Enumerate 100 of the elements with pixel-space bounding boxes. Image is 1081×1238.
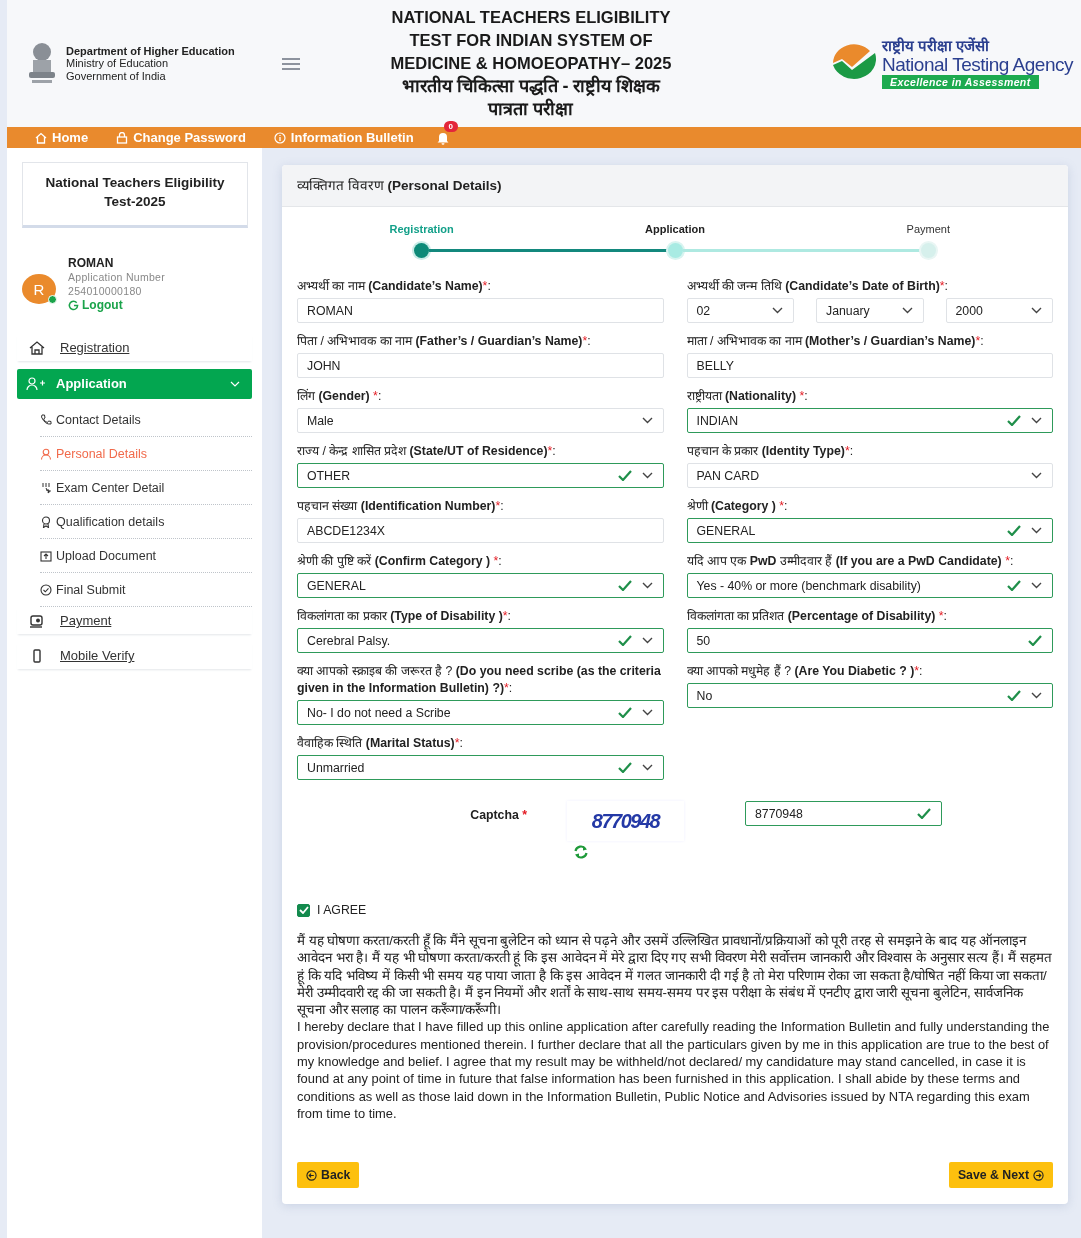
info-icon xyxy=(273,131,286,144)
chevron-icon xyxy=(641,764,653,771)
check-icon xyxy=(617,762,632,773)
check-icon xyxy=(617,580,632,591)
check-icon xyxy=(1007,415,1021,426)
agency-name-hindi: राष्ट्रीय परीक्षा एजेंसी xyxy=(882,38,990,54)
logout-icon xyxy=(68,299,79,311)
submenu-item[interactable]: Exam Center Detail xyxy=(40,471,252,505)
agency-name: National Testing Agency xyxy=(882,54,1073,75)
check-icon xyxy=(617,635,632,646)
select-field[interactable]: INDIAN xyxy=(686,408,1053,433)
home-icon xyxy=(29,340,45,355)
sidebar-link[interactable]: Registration xyxy=(17,334,252,361)
agree-checkbox[interactable] xyxy=(297,903,310,917)
captcha-image: 8770948 xyxy=(567,801,684,841)
field-label: विकलांगता का प्रतिशत (Percentage of Disability) *: xyxy=(686,608,948,625)
check-icon xyxy=(617,707,632,718)
declaration-text: I hereby declare that I have filled up this online application after carefully reading the Information Bulletin and fully understanding the provision/procedures mentioned therein. I further declare that all the particulars given by me in this application are true to the best of my knowledge and belief. I agree that my result may be withheld/not declared/ my candidature may stand cancelled, in case it is found at any point of time in future that false information has been furnished in this application. I shall abide by these terms and conditions as well as those laid down in the Information Bulletin, Public Notice and Advisories issued by NTA regarding this exam from time to time. xyxy=(297,1018,1051,1123)
submenu-item[interactable]: Qualification details xyxy=(40,505,252,539)
check-circle-icon xyxy=(40,584,52,596)
menu-icon[interactable] xyxy=(282,57,300,70)
phone-icon xyxy=(40,414,52,426)
chevron-icon xyxy=(230,380,240,387)
chevron-icon xyxy=(1031,307,1042,314)
select-field[interactable]: No- I do not need a Scribe xyxy=(297,700,664,725)
exam-title-hindi: भारतीय चिकित्सा पद्धति - राष्ट्रीय शिक्षक पात्रता परीक्षा xyxy=(400,75,662,121)
payment-icon xyxy=(29,613,45,628)
user-name: ROMAN xyxy=(68,256,115,270)
sidebar-link[interactable]: Payment xyxy=(17,607,252,634)
select-field[interactable]: No xyxy=(686,683,1053,708)
select-field[interactable]: Yes - 40% or more (benchmark disability) xyxy=(686,573,1053,598)
field-label: राष्ट्रीयता (Nationality) *: xyxy=(686,388,809,405)
declaration-text: मैं यह घोषणा करता/करती हूँ कि मैंने सूचना बुलेटिन को ध्यान से पढ़ने और उसमें उल्लिखित प्रावधानों/प्रक्रियाओं को पूरी तरह से समझने के बाद यह ऑनलाइन आवेदन भरा है। मैं यह भी घोषणा करता/करती हूं कि इस आवेदन में मेरे द्वारा दिए गए सभी विवरण मेरी सर्वोत्तम जानकारी और विश्वास के अनुसार सत्य हैं। मैं सहमत हूं कि यदि भविष्य में किसी भी समय यह पाया जाता है कि इस आवेदन में गलत जानकारी दी गई है तो मेरा परिणाम रोका जा सकता है/घोषित नहीं किया जा सकता/मेरी उम्मीदवारी रद्द की जा सकती है। मैं इन नियमों और शर्तों के साथ-साथ समय-समय पर इस परीक्षा के संबंध में एनटीए द्वारा जारी सूचना बुलेटिन, सार्वजनिक सूचना और सलाह का पालन करूँगा/करूँगी। xyxy=(297,932,1053,1019)
field-label: वैवाहिक स्थिति (Marital Status)*: xyxy=(297,735,464,752)
field-label: श्रेणी (Category ) *: xyxy=(686,498,789,515)
home-icon xyxy=(35,131,47,144)
step-label: Payment xyxy=(906,223,951,235)
step-label: Registration xyxy=(389,223,454,235)
save-next-button[interactable]: Save & Next xyxy=(948,1162,1053,1189)
back-arrow-icon xyxy=(306,1169,317,1181)
input-field[interactable]: JOHN xyxy=(297,353,664,378)
step-label: Application xyxy=(645,223,705,235)
award-icon xyxy=(40,516,52,528)
select-field[interactable]: GENERAL xyxy=(297,573,664,598)
input-field[interactable]: BELLY xyxy=(686,353,1053,378)
application-number: 254010000180 xyxy=(68,284,143,298)
field-label: विकलांगता का प्रकार (Type of Disability )*: xyxy=(297,608,512,625)
chevron-icon xyxy=(1031,692,1042,699)
date-select[interactable]: 2000 xyxy=(945,298,1053,323)
check-icon xyxy=(1007,690,1021,701)
notification-badge: 0 xyxy=(443,120,459,132)
input-field[interactable]: 50 xyxy=(686,628,1053,653)
captcha-label: Captcha * xyxy=(469,807,528,822)
submenu-item[interactable]: Final Submit xyxy=(40,573,252,607)
department-name: Department of Higher Education xyxy=(66,44,235,58)
chevron-icon xyxy=(1031,527,1042,534)
sidebar-link[interactable]: Mobile Verify xyxy=(17,642,252,669)
field-label: लिंग (Gender) *: xyxy=(297,388,383,405)
chevron-icon xyxy=(641,472,653,479)
card-title: व्यक्तिगत विवरण (Personal Details) xyxy=(297,178,502,193)
select-field[interactable]: Cerebral Palsy. xyxy=(297,628,664,653)
ministry-name: Ministry of Education xyxy=(66,57,170,70)
input-field[interactable]: ROMAN xyxy=(297,298,664,323)
chevron-icon xyxy=(641,709,653,716)
chevron-icon xyxy=(901,307,913,314)
upload-icon xyxy=(40,550,52,562)
select-field[interactable]: PAN CARD xyxy=(686,463,1053,488)
chevron-icon xyxy=(641,637,653,644)
chevron-icon xyxy=(641,417,653,424)
field-label: यदि आप एक PwD उम्मीदवार हैं (If you are a PwD Candidate) *: xyxy=(686,553,1015,570)
chevron-icon xyxy=(1031,582,1042,589)
field-label: पहचान संख्या (Identification Number)*: xyxy=(297,498,505,515)
bell-icon[interactable] xyxy=(435,130,450,145)
field-label: श्रेणी की पुष्टि करें (Confirm Category ) *: xyxy=(297,553,503,570)
field-label: अभ्यर्थी का नाम (Candidate’s Name)*: xyxy=(297,278,492,295)
chevron-icon xyxy=(1031,417,1042,424)
back-button[interactable]: Back xyxy=(297,1162,360,1189)
check-icon xyxy=(1028,635,1042,646)
field-label: क्या आपको मधुमेह हैं ? (Are You Diabetic ? )*: xyxy=(686,663,924,680)
refresh-icon[interactable] xyxy=(573,845,589,859)
field-label: राज्य / केन्द्र शासित प्रदेश (State/UT of Residence)*: xyxy=(297,443,557,460)
check-icon xyxy=(1007,525,1021,536)
agree-label: I AGREE xyxy=(317,903,367,917)
field-label: माता / अभिभावक का नाम (Mother’s / Guardian’s Name)*: xyxy=(686,333,985,350)
check-icon xyxy=(298,906,309,914)
field-label: अभ्यर्थी की जन्म तिथि (Candidate’s Date of Birth)*: xyxy=(686,278,950,295)
date-select[interactable]: January xyxy=(816,298,924,323)
submenu-item[interactable]: Contact Details xyxy=(40,403,252,437)
select-field[interactable]: Unmarried xyxy=(297,755,664,780)
add-user-icon xyxy=(26,376,46,391)
select-field[interactable]: OTHER xyxy=(297,463,664,488)
select-field[interactable]: GENERAL xyxy=(686,518,1053,543)
submenu-item[interactable]: Upload Document xyxy=(40,539,252,573)
field-label: पहचान के प्रकार (Identity Type)*: xyxy=(686,443,855,460)
select-field[interactable]: Male xyxy=(297,408,664,433)
forward-arrow-icon xyxy=(1033,1169,1044,1181)
captcha-input[interactable]: 8770948 xyxy=(745,801,942,826)
date-select[interactable]: 02 xyxy=(686,298,794,323)
input-field[interactable]: ABCDE1234X xyxy=(297,518,664,543)
chevron-icon xyxy=(1031,472,1042,479)
